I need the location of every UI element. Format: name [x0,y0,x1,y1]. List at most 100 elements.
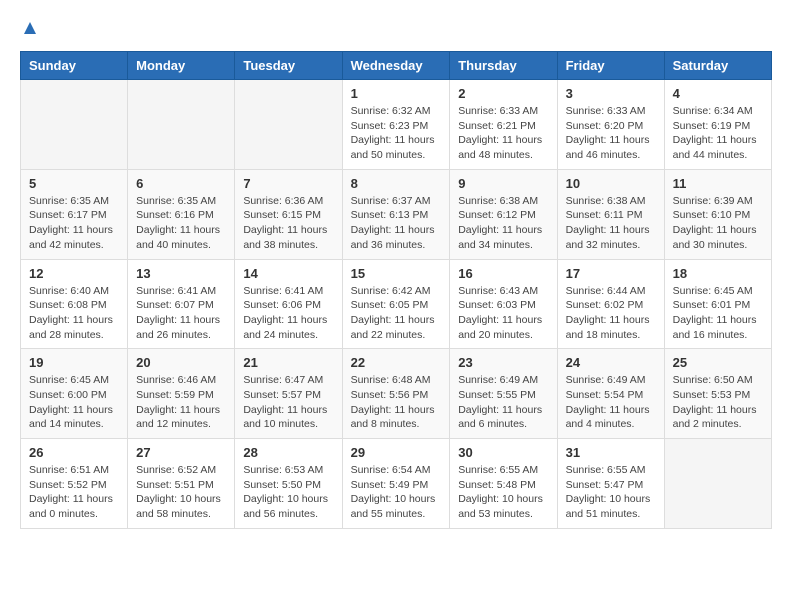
day-info-text: Sunrise: 6:39 AM [673,194,763,209]
day-number: 1 [351,86,442,101]
day-info-text: Sunrise: 6:55 AM [458,463,548,478]
day-info-text: Daylight: 11 hours and 30 minutes. [673,223,763,252]
logo [20,20,38,41]
day-number: 31 [566,445,656,460]
day-info-text: Daylight: 11 hours and 34 minutes. [458,223,548,252]
day-info-text: Sunset: 6:15 PM [243,208,333,223]
calendar-day-cell: 2Sunrise: 6:33 AMSunset: 6:21 PMDaylight… [450,80,557,170]
day-number: 3 [566,86,656,101]
day-info-text: Daylight: 11 hours and 8 minutes. [351,403,442,432]
calendar-day-cell: 31Sunrise: 6:55 AMSunset: 5:47 PMDayligh… [557,439,664,529]
day-info-text: Sunset: 5:47 PM [566,478,656,493]
day-number: 29 [351,445,442,460]
day-info-text: Sunrise: 6:38 AM [458,194,548,209]
day-info-text: Sunrise: 6:33 AM [566,104,656,119]
calendar-day-cell [664,439,771,529]
day-info-text: Sunrise: 6:54 AM [351,463,442,478]
day-info-text: Sunrise: 6:36 AM [243,194,333,209]
day-info-text: Sunrise: 6:49 AM [566,373,656,388]
calendar-table: SundayMondayTuesdayWednesdayThursdayFrid… [20,51,772,529]
calendar-day-header: Friday [557,52,664,80]
day-info-text: Sunset: 6:07 PM [136,298,226,313]
calendar-day-cell: 28Sunrise: 6:53 AMSunset: 5:50 PMDayligh… [235,439,342,529]
calendar-week-row: 26Sunrise: 6:51 AMSunset: 5:52 PMDayligh… [21,439,772,529]
calendar-day-cell: 5 Sunrise: 6:35 AMSunset: 6:17 PMDaylight… [21,169,128,259]
day-info-text: Daylight: 11 hours and 0 minutes. [29,492,119,521]
calendar-day-cell: 22Sunrise: 6:48 AMSunset: 5:56 PMDayligh… [342,349,450,439]
day-info-text: Sunset: 6:11 PM [566,208,656,223]
calendar-day-cell: 10Sunrise: 6:38 AMSunset: 6:11 PMDayligh… [557,169,664,259]
day-info-text: Sunset: 5:57 PM [243,388,333,403]
day-info-text: Sunrise: 6:41 AM [136,284,226,299]
calendar-day-cell: 9Sunrise: 6:38 AMSunset: 6:12 PMDaylight… [450,169,557,259]
calendar-day-cell: 7Sunrise: 6:36 AMSunset: 6:15 PMDaylight… [235,169,342,259]
calendar-header-row: SundayMondayTuesdayWednesdayThursdayFrid… [21,52,772,80]
calendar-day-cell: 11Sunrise: 6:39 AMSunset: 6:10 PMDayligh… [664,169,771,259]
day-number: 2 [458,86,548,101]
day-number: 5 [29,176,119,191]
day-info-text: Daylight: 11 hours and 28 minutes. [29,313,119,342]
day-info-text: Daylight: 11 hours and 20 minutes. [458,313,548,342]
day-info-text: Daylight: 11 hours and 48 minutes. [458,133,548,162]
calendar-day-cell: 13Sunrise: 6:41 AMSunset: 6:07 PMDayligh… [128,259,235,349]
day-info-text: Sunset: 6:02 PM [566,298,656,313]
day-number: 4 [673,86,763,101]
day-info-text: Daylight: 11 hours and 32 minutes. [566,223,656,252]
day-info-text: Sunrise: 6:35 AM [29,194,119,209]
day-number: 26 [29,445,119,460]
calendar-day-cell: 17Sunrise: 6:44 AMSunset: 6:02 PMDayligh… [557,259,664,349]
day-info-text: Sunset: 5:52 PM [29,478,119,493]
calendar-day-cell: 19Sunrise: 6:45 AMSunset: 6:00 PMDayligh… [21,349,128,439]
day-info-text: Daylight: 11 hours and 50 minutes. [351,133,442,162]
calendar-week-row: 12Sunrise: 6:40 AMSunset: 6:08 PMDayligh… [21,259,772,349]
day-number: 23 [458,355,548,370]
header [20,20,772,41]
day-info-text: Daylight: 11 hours and 42 minutes. [29,223,119,252]
day-info-text: Sunrise: 6:43 AM [458,284,548,299]
calendar-day-cell: 23Sunrise: 6:49 AMSunset: 5:55 PMDayligh… [450,349,557,439]
day-info-text: Sunrise: 6:52 AM [136,463,226,478]
day-info-text: Sunrise: 6:53 AM [243,463,333,478]
day-number: 14 [243,266,333,281]
day-number: 28 [243,445,333,460]
day-info-text: Sunset: 6:01 PM [673,298,763,313]
day-info-text: Sunset: 6:16 PM [136,208,226,223]
calendar-day-cell: 26Sunrise: 6:51 AMSunset: 5:52 PMDayligh… [21,439,128,529]
calendar-day-cell: 20Sunrise: 6:46 AMSunset: 5:59 PMDayligh… [128,349,235,439]
day-number: 10 [566,176,656,191]
calendar-day-header: Saturday [664,52,771,80]
day-number: 13 [136,266,226,281]
day-info-text: Sunset: 6:12 PM [458,208,548,223]
day-info-text: Sunset: 5:56 PM [351,388,442,403]
day-number: 7 [243,176,333,191]
day-info-text: Sunset: 6:10 PM [673,208,763,223]
calendar-day-cell [235,80,342,170]
day-info-text: Daylight: 10 hours and 55 minutes. [351,492,442,521]
day-number: 8 [351,176,442,191]
calendar-day-cell: 4Sunrise: 6:34 AMSunset: 6:19 PMDaylight… [664,80,771,170]
day-info-text: Daylight: 11 hours and 40 minutes. [136,223,226,252]
day-number: 19 [29,355,119,370]
day-info-text: Sunrise: 6:37 AM [351,194,442,209]
calendar-day-cell: 16Sunrise: 6:43 AMSunset: 6:03 PMDayligh… [450,259,557,349]
day-info-text: Sunset: 6:21 PM [458,119,548,134]
day-info-text: Daylight: 11 hours and 12 minutes. [136,403,226,432]
calendar-day-cell: 3Sunrise: 6:33 AMSunset: 6:20 PMDaylight… [557,80,664,170]
day-info-text: Sunset: 5:48 PM [458,478,548,493]
day-info-text: Daylight: 11 hours and 6 minutes. [458,403,548,432]
day-info-text: Sunrise: 6:35 AM [136,194,226,209]
day-info-text: Sunset: 6:08 PM [29,298,119,313]
day-info-text: Daylight: 11 hours and 24 minutes. [243,313,333,342]
calendar-day-cell: 8Sunrise: 6:37 AMSunset: 6:13 PMDaylight… [342,169,450,259]
day-info-text: Daylight: 10 hours and 58 minutes. [136,492,226,521]
calendar-day-cell: 27Sunrise: 6:52 AMSunset: 5:51 PMDayligh… [128,439,235,529]
day-info-text: Sunset: 5:50 PM [243,478,333,493]
day-info-text: Sunset: 6:20 PM [566,119,656,134]
day-info-text: Sunrise: 6:45 AM [29,373,119,388]
calendar-day-cell: 18Sunrise: 6:45 AMSunset: 6:01 PMDayligh… [664,259,771,349]
day-info-text: Daylight: 11 hours and 2 minutes. [673,403,763,432]
day-info-text: Sunset: 6:17 PM [29,208,119,223]
calendar-day-cell [128,80,235,170]
day-number: 21 [243,355,333,370]
calendar-day-cell: 30Sunrise: 6:55 AMSunset: 5:48 PMDayligh… [450,439,557,529]
